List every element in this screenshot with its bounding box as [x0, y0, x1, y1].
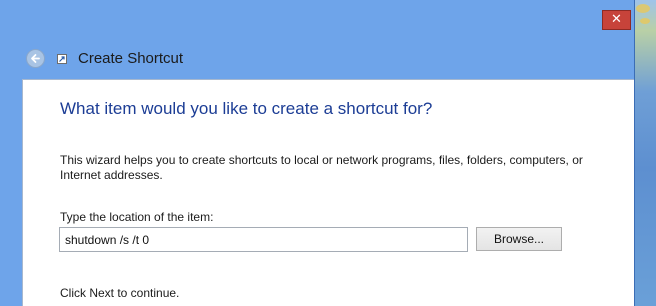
- continue-instruction: Click Next to continue.: [60, 286, 180, 300]
- wizard-nav-bar: Create Shortcut: [0, 39, 634, 79]
- create-shortcut-window: ✕ Create Shortcut What item would you li…: [0, 0, 635, 306]
- window-title: Create Shortcut: [78, 50, 184, 67]
- title-bar[interactable]: ✕: [0, 0, 634, 39]
- location-input[interactable]: [59, 227, 468, 252]
- close-icon: ✕: [611, 12, 622, 27]
- back-arrow-icon: [31, 54, 40, 63]
- wizard-page: What item would you like to create a sho…: [22, 79, 634, 306]
- shortcut-wizard-icon: [57, 54, 67, 64]
- close-button[interactable]: ✕: [602, 10, 631, 30]
- wizard-description: This wizard helps you to create shortcut…: [60, 153, 583, 182]
- location-label: Type the location of the item:: [60, 210, 214, 224]
- back-button[interactable]: [26, 49, 45, 68]
- browse-button[interactable]: Browse...: [476, 227, 562, 251]
- wizard-heading: What item would you like to create a sho…: [60, 99, 433, 118]
